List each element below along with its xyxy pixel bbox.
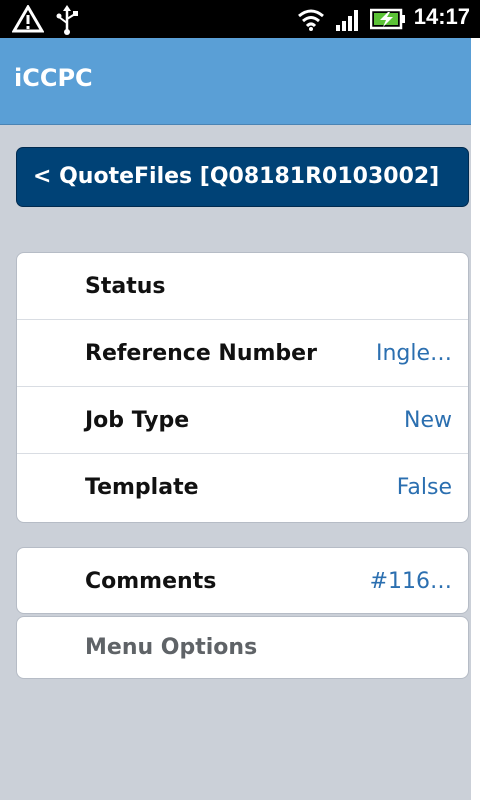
- reference-number-label: Reference Number: [85, 341, 317, 366]
- reference-number-value: Ingle…: [375, 341, 452, 366]
- template-row[interactable]: Template False: [17, 454, 468, 521]
- clock: 14:17: [413, 4, 470, 29]
- back-to-quotefiles-button[interactable]: < QuoteFiles [Q08181R0103002]: [16, 147, 469, 207]
- scroll-edge: [471, 38, 480, 800]
- app-title: iCCPC: [14, 64, 93, 92]
- job-type-label: Job Type: [85, 408, 190, 433]
- status-label: Status: [85, 274, 166, 299]
- template-label: Template: [85, 475, 199, 500]
- comments-group: Comments #116…: [16, 547, 469, 614]
- wifi-icon: [296, 6, 326, 36]
- template-value: False: [396, 475, 452, 500]
- status-bar: 14:17: [0, 0, 480, 38]
- menu-options-group: Menu Options: [16, 616, 469, 679]
- usb-icon: [54, 5, 80, 39]
- comments-label: Comments: [85, 569, 217, 594]
- job-type-row[interactable]: Job Type New: [17, 387, 468, 454]
- menu-options-row[interactable]: Menu Options: [17, 617, 468, 678]
- reference-number-row[interactable]: Reference Number Ingle…: [17, 320, 468, 387]
- status-row[interactable]: Status: [17, 253, 468, 320]
- signal-icon: [334, 6, 362, 36]
- job-type-value: New: [404, 408, 452, 433]
- comments-value: #116…: [369, 569, 452, 594]
- details-list: Status Reference Number Ingle… Job Type …: [16, 252, 469, 523]
- comments-row[interactable]: Comments #116…: [17, 548, 468, 613]
- app-header: iCCPC: [0, 38, 471, 125]
- warning-icon: [11, 4, 45, 37]
- battery-charging-icon: [369, 7, 406, 35]
- menu-options-label: Menu Options: [85, 635, 258, 660]
